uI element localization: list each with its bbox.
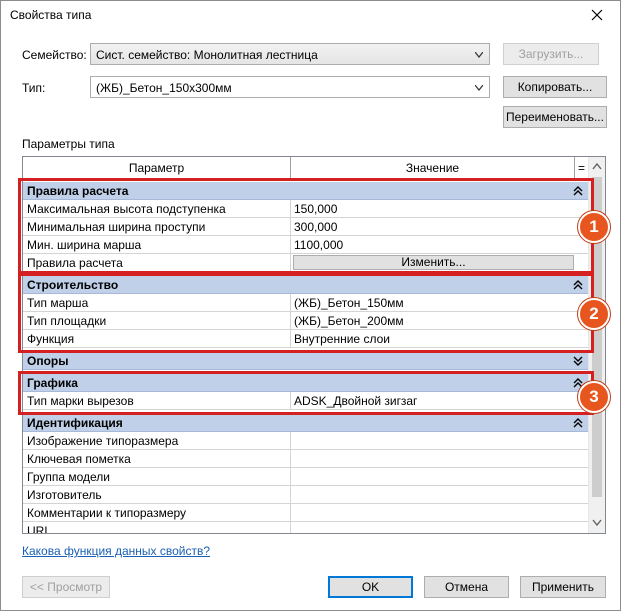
param-row-url[interactable]: URL <box>23 522 589 534</box>
type-label: Тип: <box>22 81 46 95</box>
scroll-up-icon[interactable] <box>592 162 602 170</box>
expand-icon[interactable] <box>573 356 583 366</box>
scroll-down-icon[interactable] <box>592 519 602 527</box>
rename-button[interactable]: Переименовать... <box>503 106 607 128</box>
close-icon <box>591 9 603 21</box>
help-link[interactable]: Какова функция данных свойств? <box>22 544 210 558</box>
type-properties-dialog: Свойства типа Семейство: Сист. семейство… <box>0 0 621 611</box>
family-label: Семейство: <box>22 48 87 62</box>
annotation-badge-2: 2 <box>578 298 610 330</box>
param-row-keynote[interactable]: Ключевая пометка <box>23 450 589 468</box>
chevron-down-icon <box>475 52 483 58</box>
param-row-manufacturer[interactable]: Изготовитель <box>23 486 589 504</box>
group-identity-data[interactable]: Идентификация <box>23 414 589 432</box>
group-label: Опоры <box>27 354 69 368</box>
column-header-value[interactable]: Значение <box>291 157 575 179</box>
copy-button[interactable]: Копировать... <box>503 76 607 98</box>
chevron-down-icon <box>475 85 483 91</box>
annotation-badge-3: 3 <box>578 381 610 413</box>
param-row-type-comments[interactable]: Комментарии к типоразмеру <box>23 504 589 522</box>
type-combobox[interactable]: (ЖБ)_Бетон_150х300мм <box>90 76 490 98</box>
param-name: Ключевая пометка <box>27 452 131 466</box>
param-name: Изготовитель <box>27 488 102 502</box>
cancel-button[interactable]: Отмена <box>424 576 509 598</box>
grid-header: Параметр Значение = <box>23 157 589 180</box>
collapse-icon[interactable] <box>573 418 583 428</box>
param-name: Группа модели <box>27 470 111 484</box>
type-value: (ЖБ)_Бетон_150х300мм <box>96 81 232 95</box>
close-button[interactable] <box>586 4 608 26</box>
group-supports[interactable]: Опоры <box>23 352 589 370</box>
column-header-parameter[interactable]: Параметр <box>23 157 291 179</box>
title-bar: Свойства типа <box>1 1 620 31</box>
column-header-formula[interactable]: = <box>575 157 589 179</box>
annotation-box-1 <box>18 178 594 274</box>
param-row-type-image[interactable]: Изображение типоразмера <box>23 432 589 450</box>
type-params-label: Параметры типа <box>22 137 115 151</box>
param-name: URL <box>27 524 52 534</box>
ok-button[interactable]: OK <box>328 576 413 598</box>
family-combobox[interactable]: Сист. семейство: Монолитная лестница <box>90 43 490 65</box>
annotation-badge-1: 1 <box>578 211 610 243</box>
window-title: Свойства типа <box>10 8 92 22</box>
param-name: Изображение типоразмера <box>27 434 179 448</box>
param-name: Комментарии к типоразмеру <box>27 506 187 520</box>
annotation-box-3 <box>18 371 594 415</box>
family-value: Сист. семейство: Монолитная лестница <box>96 48 318 62</box>
apply-button[interactable]: Применить <box>520 576 606 598</box>
preview-button[interactable]: << Просмотр <box>22 576 110 598</box>
annotation-box-2 <box>18 273 594 353</box>
param-row-model-group[interactable]: Группа модели <box>23 468 589 486</box>
group-label: Идентификация <box>27 416 123 430</box>
load-button[interactable]: Загрузить... <box>503 43 599 65</box>
